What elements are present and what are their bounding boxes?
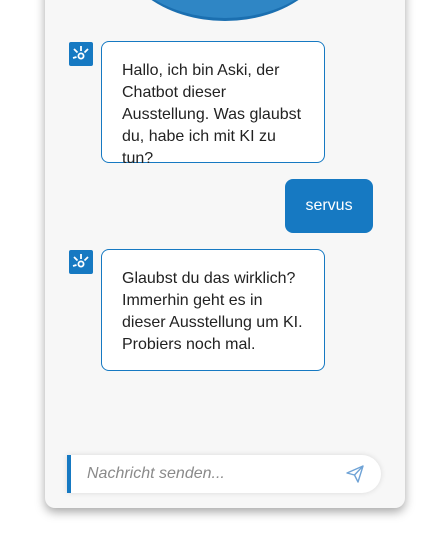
chat-panel: Hallo, ich bin Aski, der Chatbot dieser … (45, 0, 405, 508)
chat-header-graphic (113, 0, 337, 21)
message-composer (67, 455, 381, 493)
user-message: servus (285, 179, 373, 233)
bot-message: Hallo, ich bin Aski, der Chatbot dieser … (101, 41, 325, 167)
bot-message: Glaubst du das wirklich? Immerhin geht e… (101, 249, 325, 371)
send-button[interactable] (345, 464, 365, 484)
bot-avatar-icon (69, 42, 93, 66)
message-input[interactable] (87, 455, 337, 493)
bot-avatar-icon (69, 250, 93, 274)
paper-plane-icon (346, 465, 364, 483)
